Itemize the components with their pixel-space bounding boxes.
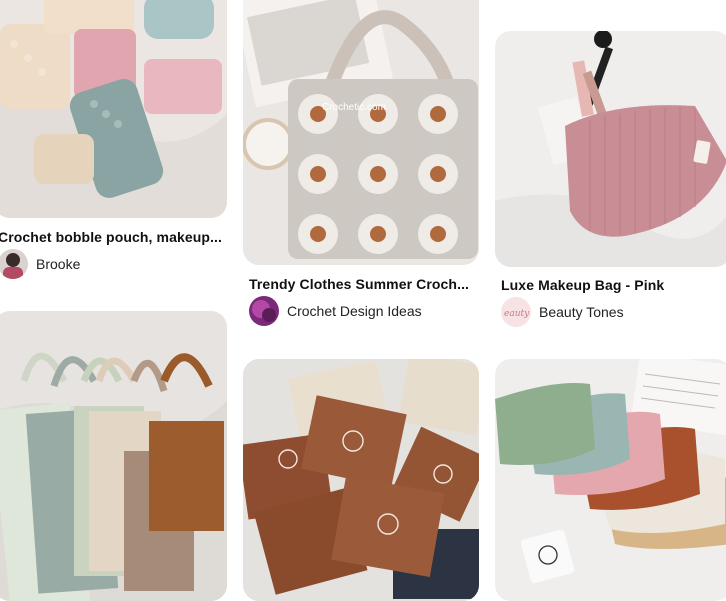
pin-title[interactable]: Luxe Makeup Bag - Pink [501,277,725,293]
pin-title[interactable]: Trendy Clothes Summer Croch... [249,276,473,292]
pin-author[interactable]: eauty Beauty Tones [501,297,624,327]
author-name[interactable]: Beauty Tones [539,304,624,320]
watermark-text: Crochetic.com [322,102,386,113]
pin-author[interactable]: Brooke [0,249,80,279]
brown-pouches-image[interactable] [243,359,479,601]
person-avatar-icon[interactable] [0,249,28,279]
author-name[interactable]: Crochet Design Ideas [287,303,422,319]
pin-card-pink-makeup-bag[interactable] [495,31,726,267]
crochet-tote-image[interactable]: Crochetic.com [243,0,479,265]
pin-card-crochet-tote[interactable]: Crochetic.com [243,0,479,265]
beauty-script-avatar-icon[interactable]: eauty [501,297,531,327]
pin-card-brown-pouches[interactable] [243,359,479,601]
pin-card-tote-bags[interactable] [0,311,227,601]
pin-title[interactable]: Crochet bobble pouch, makeup... [0,229,222,245]
purple-yarn-avatar-icon[interactable] [249,296,279,326]
pin-card-bobble-pouch[interactable] [0,0,227,218]
bobble-pouch-image[interactable] [0,0,227,218]
pin-author[interactable]: Crochet Design Ideas [249,296,422,326]
author-name[interactable]: Brooke [36,256,80,272]
corduroy-pouches-image[interactable] [495,359,726,601]
avatar-script-text: eauty [504,309,530,319]
tote-bags-image[interactable] [0,311,227,601]
pink-makeup-bag-image[interactable] [495,31,726,267]
pin-card-corduroy-pouches[interactable] [495,359,726,601]
